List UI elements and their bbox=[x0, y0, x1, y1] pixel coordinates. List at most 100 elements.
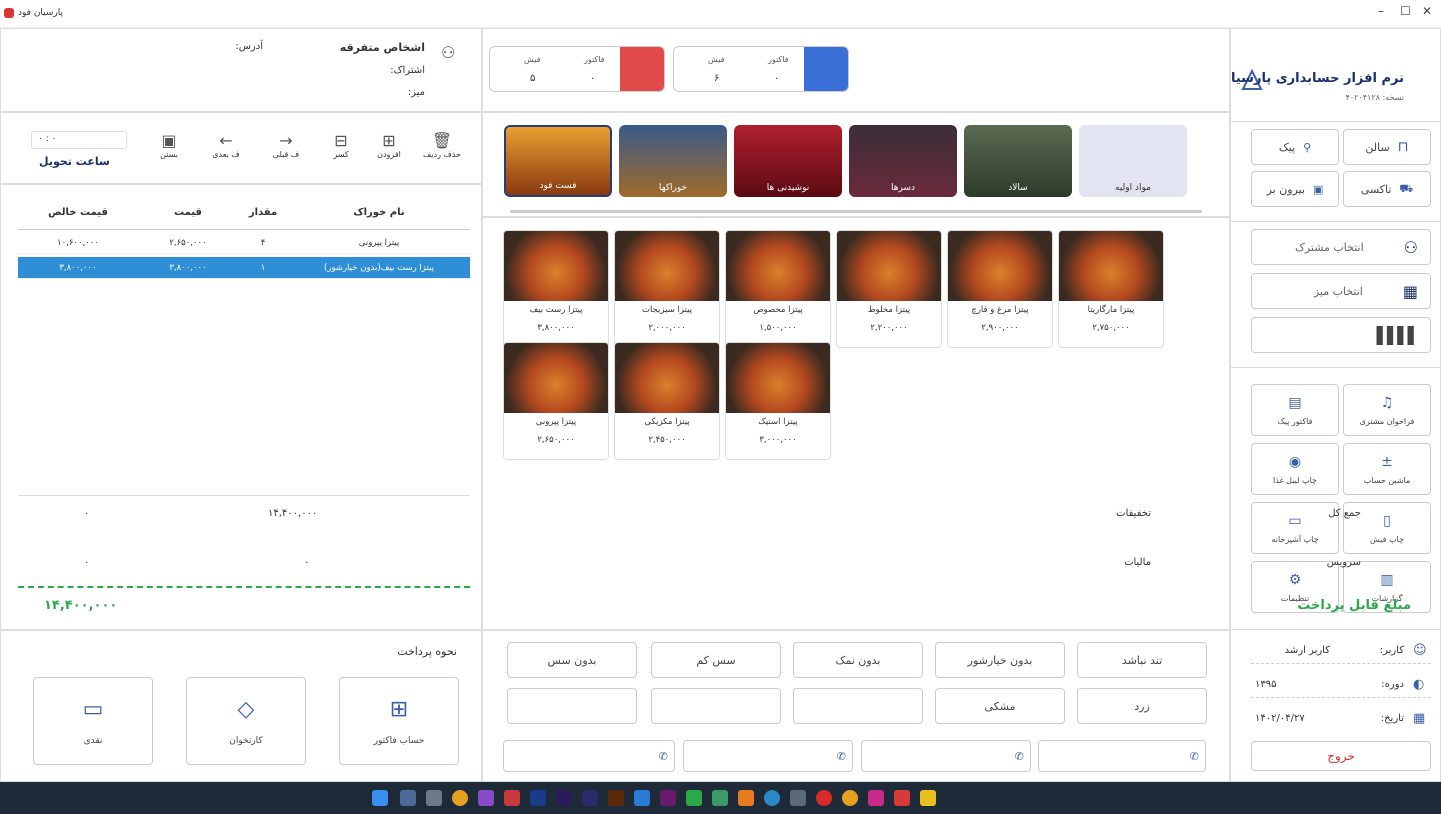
minimize-button[interactable]: – bbox=[1378, 4, 1384, 18]
phone-icon: ✆ bbox=[658, 749, 668, 763]
note-button[interactable] bbox=[507, 688, 637, 724]
note-button[interactable]: بدون خیارشور bbox=[935, 642, 1065, 678]
print-label-button[interactable]: ◉ چاپ لیبل غذا bbox=[1251, 443, 1339, 495]
previous-invoice-button[interactable]: → ف قبلی bbox=[261, 131, 311, 159]
exit-button[interactable]: خروج bbox=[1251, 741, 1431, 771]
print-kitchen-button[interactable]: ▭ چاپ آشپزخانه bbox=[1251, 502, 1339, 554]
salon-counter: فاکتور ۰ فیش ۵ bbox=[489, 46, 665, 92]
close-invoice-button[interactable]: ▣ بستن bbox=[147, 131, 191, 159]
maximize-button[interactable]: ☐ bbox=[1400, 4, 1411, 18]
next-invoice-button[interactable]: ← ف بعدی bbox=[201, 131, 251, 159]
tax-value: ۰ bbox=[84, 557, 90, 568]
product-card[interactable]: پیتزا مرغ و قارچ ۲,۹۰۰,۰۰۰ bbox=[947, 230, 1053, 348]
delivery-time-input[interactable]: ۰ : ۰ bbox=[31, 131, 127, 149]
taskbar-app-icon[interactable] bbox=[738, 790, 754, 806]
product-card[interactable]: پیتزا مخصوص ۱,۵۰۰,۰۰۰ bbox=[725, 230, 831, 348]
folder-icon[interactable] bbox=[920, 790, 936, 806]
mode-salon-button[interactable]: سالن ⊓ bbox=[1343, 129, 1431, 165]
mode-delivery-button[interactable]: پیک ⚲ bbox=[1251, 129, 1339, 165]
calculator-taskbar-icon[interactable] bbox=[790, 790, 806, 806]
phone-input[interactable]: ✆ bbox=[683, 740, 853, 772]
taskbar-app-icon[interactable] bbox=[868, 790, 884, 806]
print-receipt-label: چاپ فیش bbox=[1370, 534, 1404, 544]
after-effects-icon[interactable] bbox=[582, 790, 598, 806]
taskbar-app-icon[interactable] bbox=[712, 790, 728, 806]
taskbar-app-icon[interactable] bbox=[426, 790, 442, 806]
chrome-icon[interactable] bbox=[452, 790, 468, 806]
card-icon: ◇ bbox=[237, 696, 255, 722]
category-drinks[interactable]: نوشیدنی ها bbox=[734, 125, 842, 197]
category-salad[interactable]: سالاد bbox=[964, 125, 1072, 197]
calculator-button[interactable]: ± ماشین حساب bbox=[1343, 443, 1431, 495]
table-select[interactable]: انتخاب میز ▦ bbox=[1251, 273, 1431, 309]
taskbar-app-icon[interactable] bbox=[478, 790, 494, 806]
product-card[interactable]: پیتزا مارگاریتا ۲,۷۵۰,۰۰۰ bbox=[1058, 230, 1164, 348]
delivery-invoice-button[interactable]: ▤ فاکتور پیک bbox=[1251, 384, 1339, 436]
customer-select[interactable]: انتخاب مشترک ⚇ bbox=[1251, 229, 1431, 265]
add-button[interactable]: ⊞ افزودن bbox=[367, 131, 411, 159]
category-dishes[interactable]: خوراکها bbox=[619, 125, 727, 197]
mode-taxi-button[interactable]: تاکسی ⛟ bbox=[1343, 171, 1431, 207]
barcode-input[interactable]: ▌▌▌▌ bbox=[1251, 317, 1431, 353]
delete-row-button[interactable]: 🗑 حذف ردیف bbox=[415, 131, 469, 159]
phone-input[interactable]: ✆ bbox=[861, 740, 1031, 772]
table-row-selected[interactable]: پیتزا رست بیف(بدون خیارشور) ۱ ۳,۸۰۰,۰۰۰ … bbox=[18, 257, 470, 279]
service-label: سرویس bbox=[1326, 557, 1361, 568]
taskbar-app-icon[interactable] bbox=[686, 790, 702, 806]
category-fast-food[interactable]: فست فود bbox=[504, 125, 612, 197]
premiere-icon[interactable] bbox=[556, 790, 572, 806]
cash-button[interactable]: ▭ نقدی bbox=[33, 677, 153, 765]
taskbar-app-icon[interactable] bbox=[842, 790, 858, 806]
card-reader-button[interactable]: ◇ کارتخوان bbox=[186, 677, 306, 765]
taskbar-app-icon[interactable] bbox=[894, 790, 910, 806]
table-select-label: انتخاب میز bbox=[1313, 284, 1363, 298]
customer-name: اشخاص متفرقه bbox=[339, 41, 425, 54]
filezilla-icon[interactable] bbox=[504, 790, 520, 806]
close-invoice-label: بستن bbox=[160, 150, 178, 159]
sum-label: جمع کل bbox=[1328, 508, 1361, 519]
subtract-button[interactable]: ⊟ کسر bbox=[319, 131, 363, 159]
call-customer-button[interactable]: ♫ فراخوان مشتری bbox=[1343, 384, 1431, 436]
photoshop-icon[interactable] bbox=[530, 790, 546, 806]
product-card[interactable]: پیتزا رست بیف ۳,۸۰۰,۰۰۰ bbox=[503, 230, 609, 348]
invoice-account-button[interactable]: ⊞ حساب فاکتور bbox=[339, 677, 459, 765]
start-icon[interactable] bbox=[372, 790, 388, 806]
product-name: پیتزا مخلوط bbox=[867, 305, 911, 315]
category-desserts[interactable]: دسرها bbox=[849, 125, 957, 197]
category-raw-materials[interactable]: مواد اولیه bbox=[1079, 125, 1187, 197]
note-button[interactable]: بدون سس bbox=[507, 642, 637, 678]
table-row[interactable]: پیتزا پپرونی ۴ ۲,۶۵۰,۰۰۰ ۱۰,۶۰۰,۰۰۰ bbox=[18, 232, 470, 254]
illustrator-icon[interactable] bbox=[608, 790, 624, 806]
mode-delivery-label: پیک bbox=[1278, 140, 1296, 154]
taskbar-app-icon[interactable] bbox=[400, 790, 416, 806]
note-button[interactable] bbox=[651, 688, 781, 724]
product-card[interactable]: پیتزا مکزیکی ۲,۴۵۰,۰۰۰ bbox=[614, 342, 720, 460]
calculator-label: ماشین حساب bbox=[1363, 475, 1411, 485]
note-button[interactable]: زرد bbox=[1077, 688, 1207, 724]
product-name: پیتزا مخصوص bbox=[753, 305, 803, 315]
mode-takeaway-button[interactable]: بیرون بر ▣ bbox=[1251, 171, 1339, 207]
xd-icon[interactable] bbox=[660, 790, 676, 806]
table-label: میز: bbox=[407, 87, 425, 98]
next-invoice-label: ف بعدی bbox=[212, 150, 240, 159]
phone-input[interactable]: ✆ bbox=[503, 740, 675, 772]
product-card[interactable]: پیتزا مخلوط ۲,۲۰۰,۰۰۰ bbox=[836, 230, 942, 348]
close-button[interactable]: ✕ bbox=[1422, 4, 1432, 18]
note-button[interactable] bbox=[793, 688, 923, 724]
product-card[interactable]: پیتزا سبزیجات ۲,۰۰۰,۰۰۰ bbox=[614, 230, 720, 348]
product-name: پیتزا مرغ و قارچ bbox=[971, 305, 1029, 315]
telegram-icon[interactable] bbox=[764, 790, 780, 806]
vscode-icon[interactable] bbox=[634, 790, 650, 806]
note-button[interactable]: تند نباشد bbox=[1077, 642, 1207, 678]
product-card[interactable]: پیتزا پپرونی ۲,۶۵۰,۰۰۰ bbox=[503, 342, 609, 460]
note-button[interactable]: بدون نمک bbox=[793, 642, 923, 678]
product-image bbox=[615, 231, 719, 301]
product-price: ۲,۶۵۰,۰۰۰ bbox=[537, 435, 575, 445]
phone-input[interactable]: ✆ bbox=[1038, 740, 1206, 772]
delivery-invoice-label: فاکتور bbox=[768, 55, 789, 64]
product-card[interactable]: پیتزا استیک ۳,۰۰۰,۰۰۰ bbox=[725, 342, 831, 460]
note-button[interactable]: مشکی bbox=[935, 688, 1065, 724]
opera-icon[interactable] bbox=[816, 790, 832, 806]
note-button[interactable]: سس کم bbox=[651, 642, 781, 678]
category-scrollbar[interactable] bbox=[510, 210, 1202, 213]
